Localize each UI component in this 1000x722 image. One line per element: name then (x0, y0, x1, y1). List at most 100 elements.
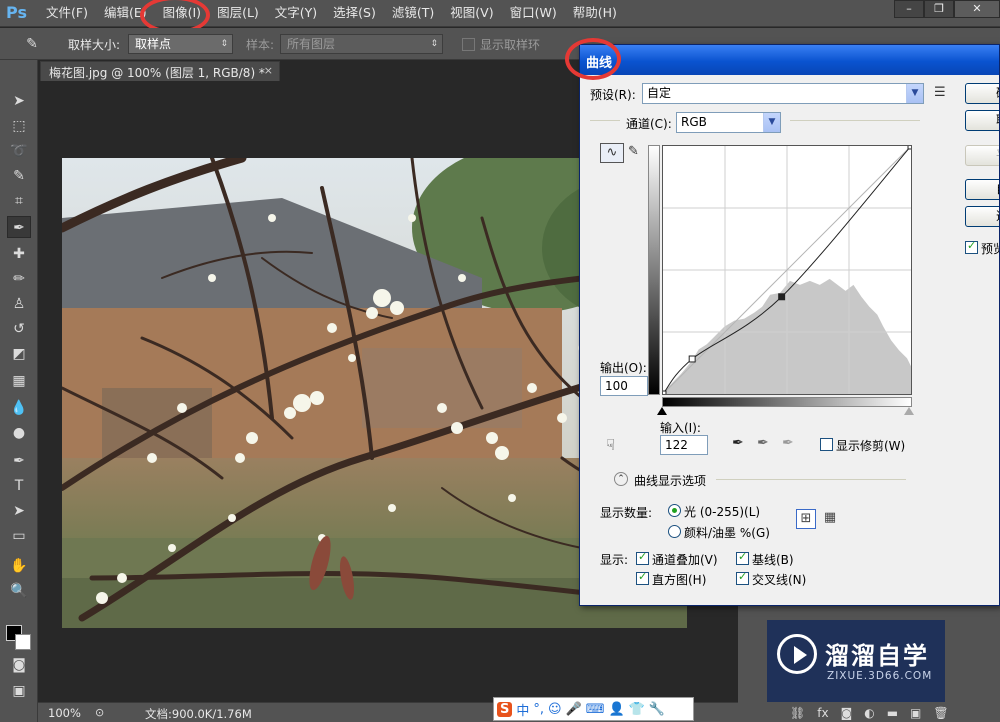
blur-tool-icon[interactable]: 💧 (7, 397, 31, 419)
intersection-checkbox[interactable] (736, 570, 749, 585)
background-color-swatch[interactable] (15, 634, 31, 650)
path-select-icon[interactable]: ➤ (7, 500, 31, 522)
menu-type[interactable]: 文字(Y) (267, 0, 325, 27)
preset-menu-icon[interactable]: ☰ (934, 85, 946, 100)
sample-value: 所有图层 (287, 37, 336, 51)
curves-graph[interactable] (662, 145, 912, 395)
zoom-tool-icon[interactable]: 🔍 (7, 580, 31, 602)
mask-icon[interactable]: ◙ (841, 706, 853, 720)
dialog-titlebar[interactable]: 曲线 (580, 45, 999, 75)
new-layer-icon[interactable]: ▣ (910, 706, 921, 720)
eyedropper-preset-icon[interactable]: ✎ (20, 33, 44, 55)
auto-button[interactable]: 自 (965, 179, 999, 200)
preview-checkbox[interactable] (965, 239, 978, 254)
curve-point-tool-icon[interactable]: ∿ (600, 143, 624, 163)
hand-tool-icon[interactable]: ✋ (7, 555, 31, 577)
baseline-checkbox[interactable] (736, 550, 749, 565)
channel-select[interactable]: RGB ▼ (676, 112, 781, 133)
play-logo-icon (777, 634, 817, 674)
skin-icon[interactable]: 👕 (629, 702, 645, 717)
quick-select-tool-icon[interactable]: ✎ (7, 165, 31, 187)
show-clipping-checkbox[interactable] (820, 438, 833, 451)
white-eyedropper-icon[interactable]: ✒ (782, 435, 794, 451)
type-tool-icon[interactable]: T (7, 475, 31, 497)
show-ring-checkbox[interactable] (462, 38, 475, 51)
ok-button[interactable]: 确 (965, 83, 999, 104)
screen-mode-icon[interactable]: ▣ (7, 680, 31, 702)
curve-control-point[interactable] (662, 390, 667, 395)
close-button[interactable]: ✕ (954, 0, 1000, 18)
collapse-icon[interactable]: ⌃ (614, 472, 628, 486)
adjustment-icon[interactable]: ◐ (864, 706, 874, 720)
history-brush-icon[interactable]: ↺ (7, 318, 31, 340)
menu-layer[interactable]: 图层(L) (209, 0, 267, 27)
menu-help[interactable]: 帮助(H) (565, 0, 625, 27)
detailed-grid-icon[interactable]: ▦ (820, 509, 840, 529)
minimize-button[interactable]: – (894, 0, 924, 18)
sample-select[interactable]: 所有图层 ⇕ (280, 34, 443, 54)
cancel-button[interactable]: 取 (965, 110, 999, 131)
pencil-tool-icon[interactable]: ✎ (628, 144, 639, 159)
pen-tool-icon[interactable]: ✒ (7, 450, 31, 472)
output-field[interactable]: 100 (600, 376, 648, 396)
user-icon[interactable]: 👤 (609, 702, 625, 717)
gradient-tool-icon[interactable]: ▦ (7, 370, 31, 392)
eyedropper-tool-icon[interactable]: ✒ (7, 216, 31, 238)
crop-tool-icon[interactable]: ⌗ (7, 190, 31, 212)
brush-tool-icon[interactable]: ✏ (7, 268, 31, 290)
marquee-tool-icon[interactable]: ⬚ (7, 115, 31, 137)
preset-select[interactable]: 自定 ▼ (642, 83, 924, 104)
folder-icon[interactable]: ▬ (887, 706, 898, 720)
settings-icon[interactable]: 🔧 (649, 702, 665, 717)
emoji-icon[interactable]: ☺ (548, 702, 562, 717)
punctuation-icon[interactable]: °, (533, 702, 544, 717)
curve-control-point[interactable] (688, 355, 696, 363)
stamp-tool-icon[interactable]: ♙ (7, 293, 31, 315)
quick-mask-icon[interactable]: ◙ (7, 654, 31, 676)
light-radio[interactable] (668, 504, 681, 517)
black-eyedropper-icon[interactable]: ✒ (732, 435, 744, 451)
menu-image[interactable]: 图像(I) (155, 0, 209, 27)
group-line (590, 120, 620, 121)
menu-filter[interactable]: 滤镜(T) (384, 0, 442, 27)
curve-control-point[interactable] (778, 293, 786, 301)
pigment-radio[interactable] (668, 525, 681, 538)
curve-control-point[interactable] (907, 145, 912, 150)
options-button[interactable]: 选项 (965, 206, 999, 227)
status-menu-icon[interactable]: ⊙ (95, 706, 104, 719)
menu-view[interactable]: 视图(V) (442, 0, 501, 27)
voice-icon[interactable]: 🎤 (566, 702, 582, 717)
channel-overlay-checkbox[interactable] (636, 550, 649, 565)
smooth-button[interactable]: 平 (965, 145, 999, 166)
menu-select[interactable]: 选择(S) (325, 0, 384, 27)
keyboard-icon[interactable]: ⌨ (586, 702, 605, 717)
sogou-logo-icon[interactable]: S (497, 701, 513, 717)
sample-size-select[interactable]: 取样点 ⇕ (128, 34, 233, 54)
document-tab[interactable]: 梅花图.jpg @ 100% (图层 1, RGB/8) * × (40, 61, 280, 81)
fx-icon[interactable]: fx (817, 706, 828, 720)
zoom-level[interactable]: 100% (48, 706, 81, 720)
black-point-slider[interactable] (657, 407, 667, 415)
close-icon[interactable]: × (264, 64, 273, 77)
histogram-checkbox[interactable] (636, 570, 649, 585)
move-tool-icon[interactable]: ➤ (7, 90, 31, 112)
simple-grid-icon[interactable]: ⊞ (796, 509, 816, 529)
dodge-tool-icon[interactable]: ● (7, 422, 31, 444)
gray-eyedropper-icon[interactable]: ✒ (757, 435, 769, 451)
eraser-tool-icon[interactable]: ◩ (7, 343, 31, 365)
menu-file[interactable]: 文件(F) (38, 0, 96, 27)
chevron-updown-icon: ⇕ (220, 39, 228, 49)
target-adjust-icon[interactable]: ☟ (606, 436, 615, 454)
healing-tool-icon[interactable]: ✚ (7, 243, 31, 265)
lasso-tool-icon[interactable]: ➰ (7, 140, 31, 162)
link-layers-icon[interactable]: ⛓ (790, 706, 805, 720)
chinese-mode-icon[interactable]: 中 (516, 700, 529, 719)
trash-icon[interactable]: 🗑 (933, 706, 948, 720)
menu-window[interactable]: 窗口(W) (502, 0, 565, 27)
input-field[interactable]: 122 (660, 435, 708, 455)
white-point-slider[interactable] (904, 407, 914, 415)
shape-tool-icon[interactable]: ▭ (7, 525, 31, 547)
menu-edit[interactable]: 编辑(E) (96, 0, 155, 27)
show-amount-label: 显示数量: (600, 506, 653, 520)
restore-button[interactable]: ❐ (924, 0, 954, 18)
